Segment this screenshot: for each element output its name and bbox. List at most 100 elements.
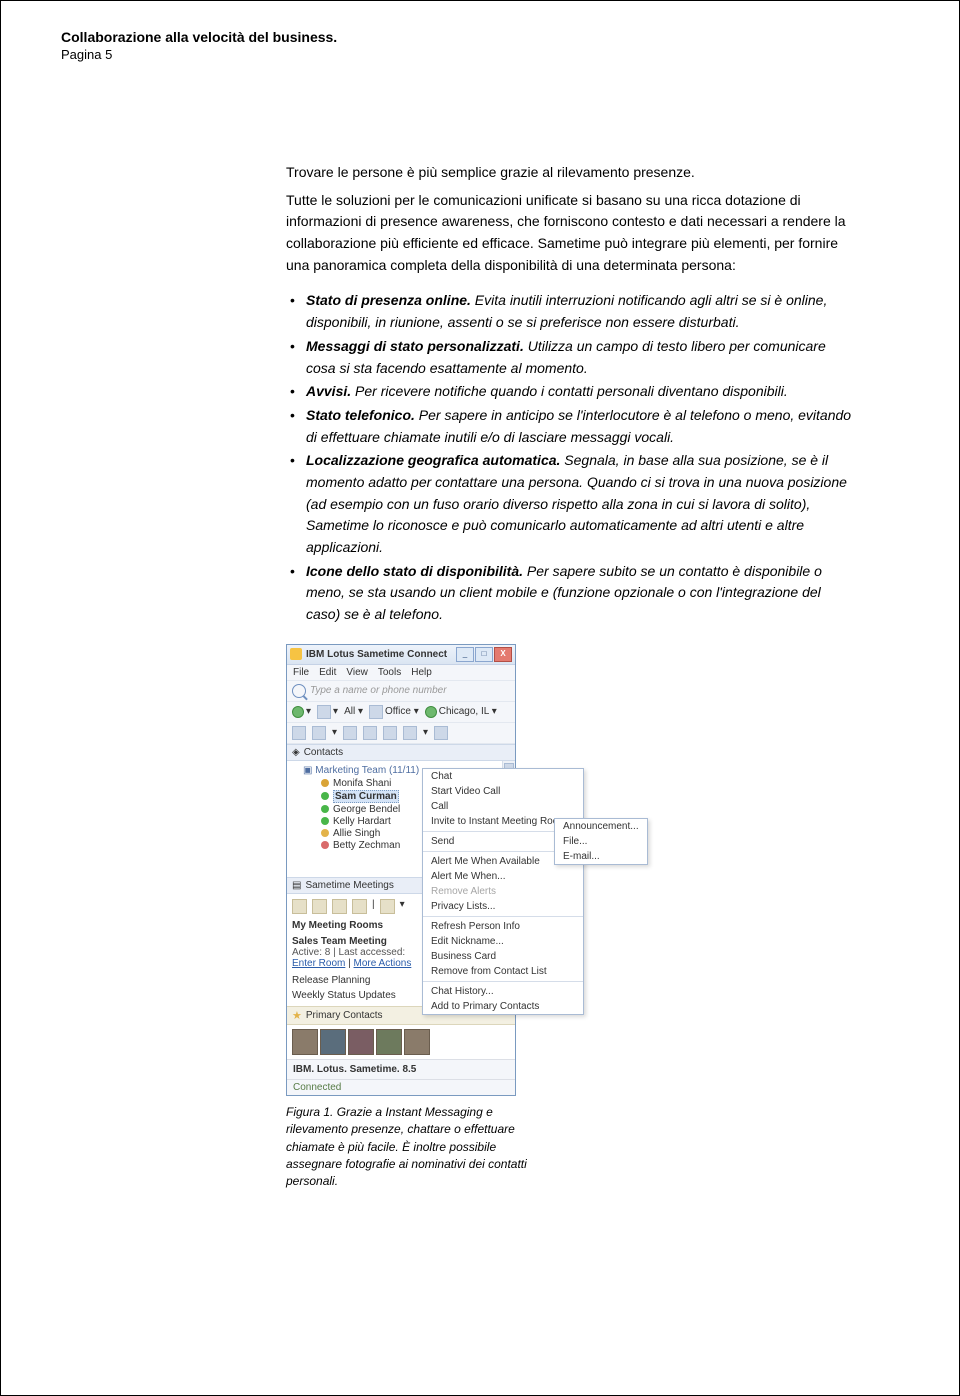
presence-icon <box>321 817 329 825</box>
presence-icon <box>321 841 329 849</box>
presence-icon <box>321 805 329 813</box>
more-actions-link[interactable]: More Actions <box>354 958 412 969</box>
meeting-tool-icon[interactable] <box>352 899 367 914</box>
figure-caption: Figura 1. Grazie a Instant Messaging e r… <box>286 1104 541 1191</box>
meeting-tool-icon[interactable] <box>380 899 395 914</box>
separator: | <box>372 899 375 914</box>
page-number: Pagina 5 <box>61 47 899 62</box>
feature-text: Per ricevere notifiche quando i contatti… <box>351 383 788 399</box>
close-button[interactable]: X <box>494 647 512 662</box>
maximize-button[interactable]: □ <box>475 647 493 662</box>
meetings-icon: ▤ <box>292 880 301 891</box>
feature-label: Messaggi di stato personalizzati. <box>306 338 524 354</box>
toolbar-icon[interactable] <box>343 726 357 740</box>
avatar[interactable] <box>320 1029 346 1055</box>
ctx-remove-alerts: Remove Alerts <box>423 884 583 899</box>
list-item: Stato di presenza online. Evita inutili … <box>286 290 856 333</box>
view-icon <box>317 705 331 719</box>
window-titlebar[interactable]: IBM Lotus Sametime Connect _ □ X <box>287 645 515 665</box>
avatar[interactable] <box>292 1029 318 1055</box>
page: Collaborazione alla velocità del busines… <box>0 0 960 1396</box>
list-item: Avvisi. Per ricevere notifiche quando i … <box>286 381 856 403</box>
ctx-call[interactable]: Call <box>423 799 583 814</box>
menu-help[interactable]: Help <box>411 667 432 678</box>
meetings-label: Sametime Meetings <box>305 880 393 891</box>
enter-room-link[interactable]: Enter Room <box>292 958 345 969</box>
ctx-start-video[interactable]: Start Video Call <box>423 784 583 799</box>
intro-paragraph: Tutte le soluzioni per le comunicazioni … <box>286 190 856 277</box>
minimize-button[interactable]: _ <box>456 647 474 662</box>
toolbar-icon[interactable] <box>383 726 397 740</box>
toolbar-icon[interactable] <box>292 726 306 740</box>
toolbar-icon[interactable] <box>363 726 377 740</box>
contacts-label: Contacts <box>304 747 343 758</box>
meeting-tool-icon[interactable] <box>292 899 307 914</box>
status-bar: Connected <box>287 1079 515 1095</box>
avatar[interactable] <box>376 1029 402 1055</box>
meeting-tool-icon[interactable] <box>332 899 347 914</box>
ctx-file[interactable]: File... <box>555 834 647 849</box>
contact-name: George Bendel <box>333 804 400 815</box>
filter-all[interactable]: All ▾ <box>344 706 363 717</box>
toolbar-icon[interactable] <box>434 726 448 740</box>
ctx-alert-when[interactable]: Alert Me When... <box>423 869 583 884</box>
status-dropdown[interactable]: ▾ <box>292 706 311 718</box>
menu-view[interactable]: View <box>346 667 368 678</box>
branding-label: IBM. Lotus. Sametime. 8.5 <box>287 1059 515 1079</box>
group-label: Marketing Team (11/11) <box>315 765 419 776</box>
menu-bar: File Edit View Tools Help <box>287 665 515 681</box>
filter-bar: ▾ ▾ All ▾ Office ▾ Chicago, IL ▾ <box>287 702 515 723</box>
contacts-header[interactable]: ◈ Contacts <box>287 744 515 761</box>
menu-separator <box>423 981 583 982</box>
toolbar-icon[interactable] <box>403 726 417 740</box>
ctx-add-primary[interactable]: Add to Primary Contacts <box>423 999 583 1014</box>
menu-file[interactable]: File <box>293 667 309 678</box>
app-screenshot: IBM Lotus Sametime Connect _ □ X File Ed… <box>286 644 624 1096</box>
feature-label: Icone dello stato di disponibilità. <box>306 563 523 579</box>
ctx-remove-contact[interactable]: Remove from Contact List <box>423 964 583 979</box>
contact-name: Sam Curman <box>333 790 399 803</box>
ctx-chat[interactable]: Chat <box>423 769 583 784</box>
window-controls: _ □ X <box>456 647 512 662</box>
app-icon <box>290 648 302 660</box>
ctx-edit-nickname[interactable]: Edit Nickname... <box>423 934 583 949</box>
meeting-tool-icon[interactable] <box>312 899 327 914</box>
contact-name: Kelly Hardart <box>333 816 391 827</box>
context-menu: Chat Start Video Call Call Invite to Ins… <box>422 768 584 1015</box>
title-left: IBM Lotus Sametime Connect <box>290 648 447 660</box>
figure: IBM Lotus Sametime Connect _ □ X File Ed… <box>286 644 624 1191</box>
office-icon <box>369 705 383 719</box>
filter-office[interactable]: Office ▾ <box>369 705 419 719</box>
contacts-icon: ◈ <box>292 747 300 758</box>
presence-icon <box>321 779 329 787</box>
window-title: IBM Lotus Sametime Connect <box>306 649 447 660</box>
presence-icon <box>319 828 330 839</box>
document-title: Collaborazione alla velocità del busines… <box>61 29 899 45</box>
page-header: Collaborazione alla velocità del busines… <box>61 29 899 62</box>
ctx-privacy[interactable]: Privacy Lists... <box>423 899 583 914</box>
star-icon: ★ <box>292 1009 302 1022</box>
toolbar-icon[interactable] <box>312 726 326 740</box>
avatar[interactable] <box>348 1029 374 1055</box>
search-input[interactable]: Type a name or phone number <box>310 685 510 696</box>
ctx-announcement[interactable]: Announcement... <box>555 819 647 834</box>
ctx-business-card[interactable]: Business Card <box>423 949 583 964</box>
list-item: Stato telefonico. Per sapere in anticipo… <box>286 405 856 448</box>
presence-icon <box>321 792 329 800</box>
context-submenu: Announcement... File... E-mail... <box>554 818 648 865</box>
avatar[interactable] <box>404 1029 430 1055</box>
view-dropdown[interactable]: ▾ <box>317 705 338 719</box>
contact-name: Monifa Shani <box>333 778 391 789</box>
globe-icon <box>292 706 304 718</box>
ctx-email[interactable]: E-mail... <box>555 849 647 864</box>
primary-contacts-label: Primary Contacts <box>306 1010 383 1021</box>
ctx-chat-history[interactable]: Chat History... <box>423 984 583 999</box>
filter-location[interactable]: Chicago, IL ▾ <box>425 706 497 718</box>
menu-tools[interactable]: Tools <box>378 667 401 678</box>
menu-edit[interactable]: Edit <box>319 667 336 678</box>
ctx-refresh[interactable]: Refresh Person Info <box>423 919 583 934</box>
search-icon <box>292 684 306 698</box>
feature-label: Localizzazione geografica automatica. <box>306 452 560 468</box>
feature-list: Stato di presenza online. Evita inutili … <box>286 290 856 625</box>
list-item: Messaggi di stato personalizzati. Utiliz… <box>286 336 856 379</box>
